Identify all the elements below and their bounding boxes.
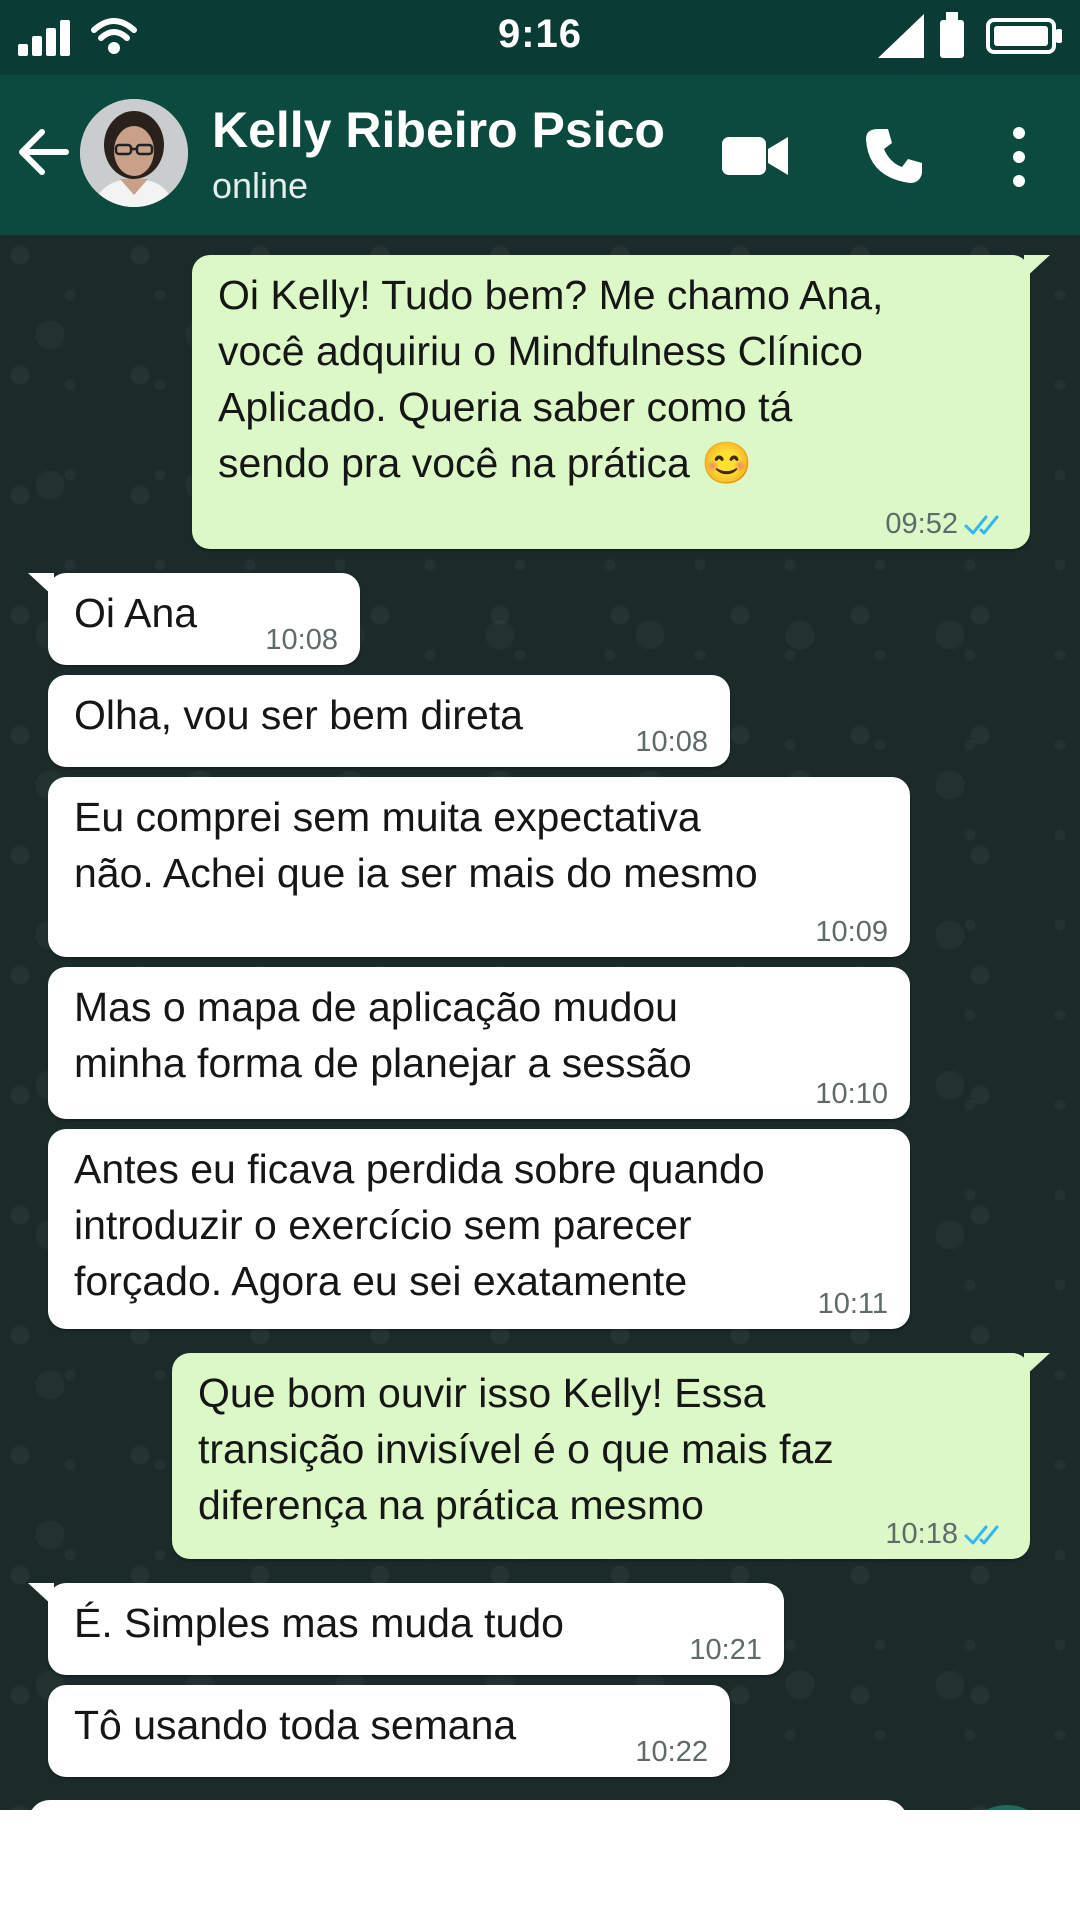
message-time: 10:09 [815,916,888,948]
chat-header: Kelly Ribeiro Psico online [0,75,1080,235]
back-arrow-icon[interactable] [14,127,72,177]
message-incoming[interactable]: Eu comprei sem muita expectativa não. Ac… [48,777,910,957]
message-list[interactable]: Oi Kelly! Tudo bem? Me chamo Ana, você a… [0,235,1080,1810]
message-text: Eu comprei sem muita expectativa não. Ac… [74,794,758,896]
contact-name[interactable]: Kelly Ribeiro Psico [212,101,665,159]
sim-card-icon [940,12,964,58]
message-incoming[interactable]: Mas o mapa de aplicação mudou minha form… [48,967,910,1119]
message-text: Oi Kelly! Tudo bem? Me chamo Ana, você a… [218,272,884,486]
double-check-icon [964,1525,999,1545]
message-time: 10:22 [635,1736,708,1768]
message-time: 10:08 [635,726,708,758]
message-meta: 10:18 [885,1517,1008,1551]
message-text: Olha, vou ser bem direta [74,692,523,738]
message-outgoing[interactable]: Oi Kelly! Tudo bem? Me chamo Ana, você a… [192,255,1050,549]
more-vertical-icon[interactable] [1004,125,1034,189]
message-text: Mas o mapa de aplicação mudou minha form… [74,984,692,1086]
contact-avatar[interactable] [80,99,188,207]
video-camera-icon[interactable] [722,133,788,179]
battery-icon [986,18,1062,54]
message-text: Tô usando toda semana [74,1702,517,1748]
message-text: Antes eu ficava perdida sobre quando int… [74,1146,765,1304]
message-incoming[interactable]: Tô usando toda semana 10:22 [48,1685,730,1777]
bubble-tail [1024,1353,1050,1377]
status-bar: 9:16 [0,0,1080,75]
message-incoming[interactable]: Antes eu ficava perdida sobre quando int… [48,1129,910,1329]
message-time: 09:52 [885,508,958,540]
phone-screen: 9:16 Kelly Ribeiro Psico online Oi Kelly… [0,0,1080,1810]
contact-status: online [212,165,309,206]
message-text: Que bom ouvir isso Kelly! Essa transição… [198,1370,834,1528]
avatar-photo [80,99,188,207]
message-incoming[interactable]: É. Simples mas muda tudo 10:21 [28,1583,784,1675]
message-time: 10:18 [885,1518,958,1550]
double-check-icon [964,515,999,535]
cellular-icon [878,14,924,58]
message-incoming[interactable]: Olha, vou ser bem direta 10:08 [48,675,730,767]
message-meta: 09:52 [885,507,1008,541]
message-incoming[interactable]: Oi Ana 10:08 [28,573,360,665]
message-outgoing[interactable]: Que bom ouvir isso Kelly! Essa transição… [172,1353,1050,1559]
message-time: 10:11 [817,1288,888,1320]
bubble-tail [28,573,54,597]
message-time: 10:10 [815,1078,888,1110]
message-time: 10:21 [689,1634,762,1666]
message-incoming-partial [28,1800,908,1810]
message-time: 10:08 [265,624,338,656]
phone-icon[interactable] [864,125,924,185]
bubble-tail [28,1583,54,1607]
message-text: É. Simples mas muda tudo [74,1600,564,1646]
bubble-tail [1024,255,1050,279]
scroll-down-button[interactable] [962,1805,1052,1810]
